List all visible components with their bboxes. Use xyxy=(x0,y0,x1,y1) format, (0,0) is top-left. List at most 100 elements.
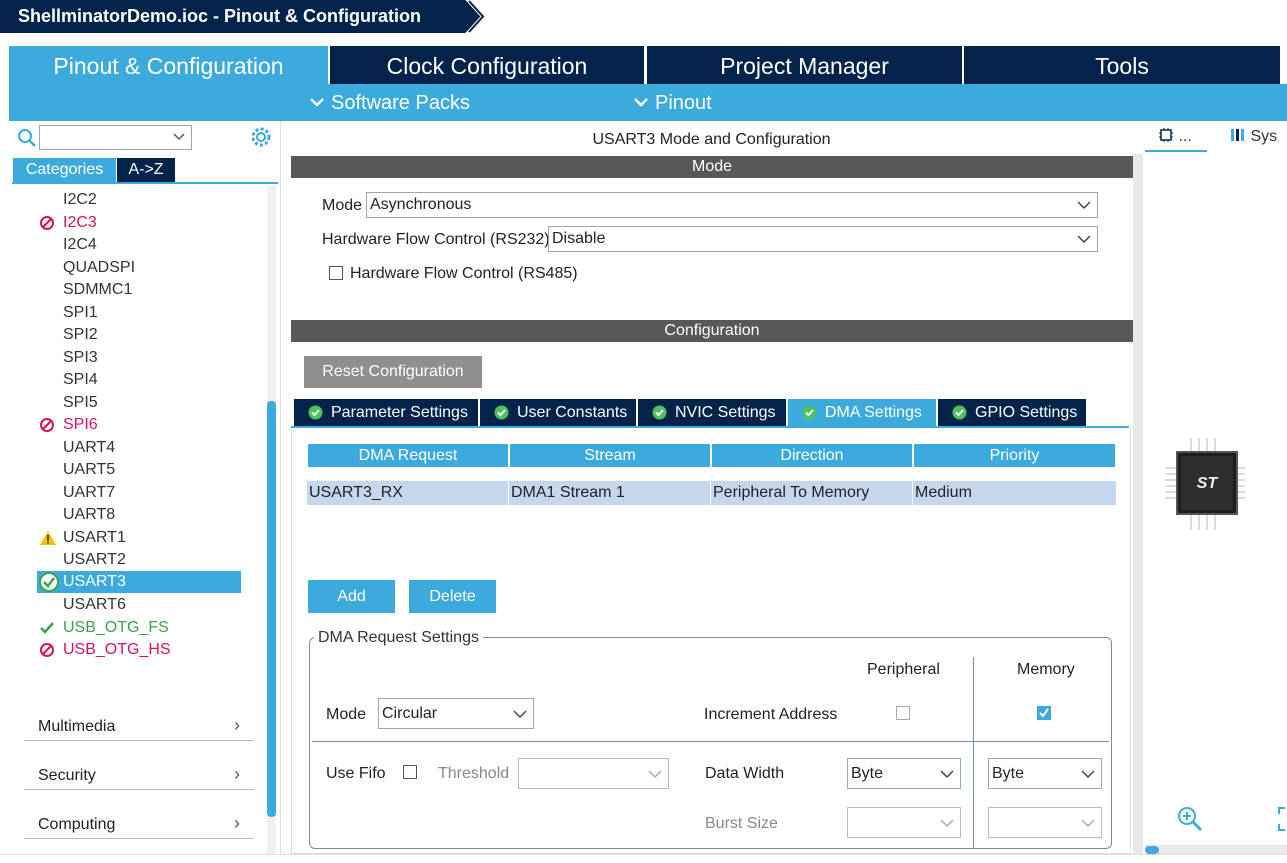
search-input[interactable] xyxy=(39,125,192,150)
increment-memory-checkbox[interactable] xyxy=(1037,706,1051,720)
horizontal-scrollbar-thumb[interactable] xyxy=(1145,846,1159,854)
chevron-down-icon xyxy=(648,770,662,779)
list-item[interactable]: SPI3 xyxy=(63,349,98,367)
tab-gpio-settings[interactable]: GPIO Settings xyxy=(938,399,1086,426)
hfc-rs485-checkbox[interactable] xyxy=(329,266,343,280)
list-item[interactable]: USB_OTG_FS xyxy=(40,619,169,637)
list-item[interactable]: USART6 xyxy=(63,596,126,614)
list-item[interactable]: SPI1 xyxy=(63,304,98,322)
scrollbar-thumb[interactable] xyxy=(267,401,276,817)
category-computing[interactable]: Computing › xyxy=(24,809,254,839)
peripheral-column-label: Peripheral xyxy=(867,661,940,678)
gear-icon[interactable] xyxy=(250,126,272,148)
tab-tools[interactable]: Tools xyxy=(964,46,1280,84)
software-packs-menu[interactable]: Software Packs xyxy=(309,92,470,115)
list-item[interactable]: USART2 xyxy=(63,551,126,569)
main-tabs: Pinout & Configuration Clock Configurati… xyxy=(0,33,1287,84)
warning-icon xyxy=(40,531,56,545)
horizontal-scrollbar[interactable] xyxy=(1145,845,1287,854)
chip-view-icon xyxy=(1159,128,1173,142)
tab-clock-configuration[interactable]: Clock Configuration xyxy=(330,46,644,84)
table-cell[interactable]: Medium xyxy=(913,481,1116,505)
system-view-icon xyxy=(1231,129,1244,141)
list-item[interactable]: SPI5 xyxy=(63,394,98,412)
list-item[interactable]: SPI4 xyxy=(63,371,98,389)
increment-address-label: Increment Address xyxy=(704,706,838,723)
chevron-right-icon: › xyxy=(234,764,240,784)
dma-mode-select[interactable]: Circular xyxy=(378,698,534,729)
configuration-section-header: Configuration xyxy=(291,320,1133,342)
list-item[interactable]: I2C2 xyxy=(63,191,97,209)
categories-panel: Categories A->Z I2C2 I2C3 I2C4 QUADSPI S… xyxy=(9,121,281,854)
search-icon[interactable] xyxy=(17,128,37,148)
reset-configuration-button[interactable]: Reset Configuration xyxy=(304,356,482,388)
hfc-rs485-label: Hardware Flow Control (RS485) xyxy=(350,265,578,282)
list-item[interactable]: UART4 xyxy=(63,439,115,457)
chevron-down-icon xyxy=(513,710,527,719)
tab-pinout-configuration[interactable]: Pinout & Configuration xyxy=(9,46,328,84)
column-header[interactable]: Direction xyxy=(712,444,912,467)
disabled-icon xyxy=(40,216,54,230)
table-cell[interactable]: DMA1 Stream 1 xyxy=(509,481,711,505)
chevron-down-icon xyxy=(173,133,185,141)
list-item[interactable]: I2C3 xyxy=(40,214,97,232)
delete-button[interactable]: Delete xyxy=(409,580,496,613)
category-multimedia[interactable]: Multimedia › xyxy=(24,711,254,741)
chip-icon: ST xyxy=(1165,438,1245,530)
disabled-icon xyxy=(40,643,54,657)
list-item[interactable]: QUADSPI xyxy=(63,259,135,277)
column-header[interactable]: Stream xyxy=(510,444,710,467)
breadcrumb-arrow-icon xyxy=(455,0,485,33)
list-item[interactable]: UART8 xyxy=(63,506,115,524)
chevron-down-icon xyxy=(1081,819,1095,828)
mode-select[interactable]: Asynchronous xyxy=(366,192,1098,218)
threshold-select[interactable] xyxy=(518,758,669,789)
hfc-rs232-select[interactable]: Disable xyxy=(548,226,1098,252)
list-item[interactable]: USART1 xyxy=(40,529,126,547)
list-item[interactable]: USB_OTG_HS xyxy=(40,641,171,659)
check-icon xyxy=(40,622,54,634)
list-item[interactable]: SPI2 xyxy=(63,326,98,344)
tab-nvic-settings[interactable]: NVIC Settings xyxy=(638,399,786,426)
tab-a-to-z[interactable]: A->Z xyxy=(117,158,175,182)
tab-user-constants[interactable]: User Constants xyxy=(480,399,636,426)
tab-categories[interactable]: Categories xyxy=(13,158,116,182)
tab-system-view[interactable]: Sys xyxy=(1230,127,1277,146)
increment-peripheral-checkbox[interactable] xyxy=(896,706,910,720)
tab-chip-view[interactable]: ... xyxy=(1158,127,1192,146)
svg-text:ST: ST xyxy=(1197,475,1219,492)
burst-size-memory-select[interactable] xyxy=(988,807,1102,838)
data-width-memory-select[interactable]: Byte xyxy=(988,758,1102,789)
chevron-down-icon xyxy=(1077,201,1091,210)
mode-label: Mode xyxy=(322,197,363,214)
column-header[interactable]: DMA Request xyxy=(308,444,508,467)
data-width-peripheral-select[interactable]: Byte xyxy=(847,758,961,789)
list-item[interactable]: I2C4 xyxy=(63,236,97,254)
burst-size-label: Burst Size xyxy=(705,815,778,832)
category-security[interactable]: Security › xyxy=(24,760,254,790)
table-cell[interactable]: USART3_RX xyxy=(307,481,509,505)
use-fifo-checkbox[interactable] xyxy=(403,765,417,779)
pinout-menu[interactable]: Pinout xyxy=(633,92,712,115)
list-item[interactable]: UART7 xyxy=(63,484,115,502)
check-circle-icon xyxy=(652,405,667,420)
group-legend: DMA Request Settings xyxy=(314,629,483,647)
fit-view-icon[interactable] xyxy=(1277,806,1287,832)
tab-parameter-settings[interactable]: Parameter Settings xyxy=(294,399,478,426)
check-circle-icon xyxy=(952,405,967,420)
tab-project-manager[interactable]: Project Manager xyxy=(647,46,962,84)
sub-menu-bar: Software Packs Pinout xyxy=(9,84,1287,121)
list-item-selected[interactable]: USART3 xyxy=(39,572,126,592)
burst-size-peripheral-select[interactable] xyxy=(847,807,961,838)
panel-title: USART3 Mode and Configuration xyxy=(592,131,831,148)
tab-dma-settings[interactable]: DMA Settings xyxy=(788,399,936,426)
chip-canvas[interactable]: ST xyxy=(1143,154,1287,854)
list-item[interactable]: UART5 xyxy=(63,461,115,479)
zoom-in-icon[interactable] xyxy=(1177,806,1203,832)
add-button[interactable]: Add xyxy=(308,580,395,613)
list-item[interactable]: SPI6 xyxy=(40,416,98,434)
memory-column-label: Memory xyxy=(1017,661,1075,678)
column-header[interactable]: Priority xyxy=(914,444,1115,467)
table-cell[interactable]: Peripheral To Memory xyxy=(711,481,913,505)
list-item[interactable]: SDMMC1 xyxy=(63,281,132,299)
